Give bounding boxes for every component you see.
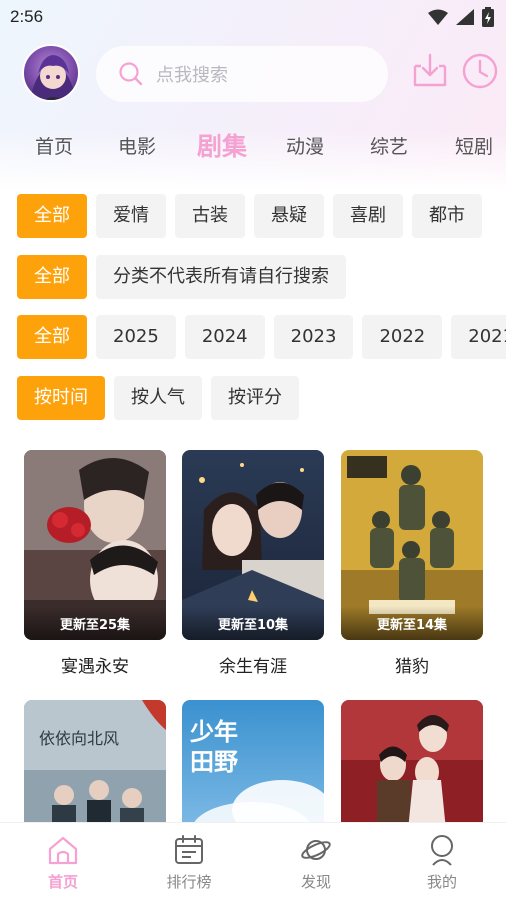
nav-label: 我的 [426,873,457,891]
history-clock-icon[interactable] [461,52,499,90]
update-badge: 更新至25集 [24,606,166,640]
show-poster: 依依向北风 [24,700,166,822]
show-card[interactable]: 依依向北风 [24,700,166,822]
sort-chip[interactable]: 按时间 [17,376,105,420]
download-icon[interactable] [411,52,449,90]
svg-text:少年: 少年 [189,718,238,746]
year-filter-row: 全部 2025 2024 2023 2022 2021 [17,315,506,359]
show-card[interactable]: 少年 田野 [182,700,324,822]
category-tabs: 首页 电影 剧集 动漫 综艺 短剧 [0,124,506,170]
app-header: 点我搜索 [0,44,506,104]
genre-chip[interactable]: 古装 [175,194,245,238]
category-chip[interactable]: 分类不代表所有请自行搜索 [96,255,346,299]
show-card[interactable] [341,700,483,822]
search-placeholder: 点我搜索 [156,65,228,86]
year-chip[interactable]: 2025 [96,315,176,359]
genre-chip[interactable]: 喜剧 [333,194,403,238]
status-time: 2:56 [10,7,44,26]
svg-text:依依向北风: 依依向北风 [39,729,119,748]
nav-ranking[interactable]: 排行榜 [144,833,234,892]
update-badge: 更新至14集 [341,606,483,640]
battery-icon [482,7,494,27]
avatar-illustration [30,55,76,100]
nav-label: 首页 [47,873,78,891]
show-title: 宴遇永安 [61,657,129,677]
filter-panel: 全部 爱情 古装 悬疑 喜剧 都市 全部 分类不代表所有请自行搜索 全部 202… [0,194,506,424]
nav-home[interactable]: 首页 [18,833,108,892]
show-poster: 更新至14集 [341,450,483,640]
nav-label: 发现 [300,873,331,891]
status-icons [428,7,494,27]
tab-home[interactable]: 首页 [35,124,73,170]
year-chip[interactable]: 2023 [273,315,354,359]
sort-chip[interactable]: 按人气 [114,376,202,420]
show-title: 猎豹 [395,657,429,677]
tab-short-drama[interactable]: 短剧 [455,124,493,170]
sort-chip[interactable]: 按评分 [211,376,299,420]
tab-variety[interactable]: 综艺 [370,124,408,170]
wifi-icon [428,9,448,25]
signal-icon [456,9,474,25]
genre-chip[interactable]: 爱情 [96,194,166,238]
home-icon [48,836,78,865]
update-badge: 更新至10集 [182,606,324,640]
category-filter-row: 全部 分类不代表所有请自行搜索 [17,255,346,299]
show-card[interactable]: 更新至14集 猎豹 [341,450,483,677]
planet-icon [301,840,331,860]
avatar[interactable] [22,44,80,102]
tab-movies[interactable]: 电影 [118,124,156,170]
year-chip[interactable]: 2024 [184,315,265,359]
show-title: 余生有涯 [219,657,287,677]
nav-profile[interactable]: 我的 [397,833,487,892]
sort-filter-row: 按时间 按人气 按评分 [17,376,299,420]
year-chip[interactable]: 2021 [451,315,506,359]
nav-discover[interactable]: 发现 [271,833,361,892]
calendar-icon [175,835,203,864]
show-poster: 更新至10集 [182,450,324,640]
tab-series[interactable]: 剧集 [197,124,247,170]
year-chip[interactable]: 全部 [17,315,87,359]
category-chip[interactable]: 全部 [17,255,87,299]
tab-anime[interactable]: 动漫 [286,124,324,170]
search-icon [119,62,143,86]
show-poster [341,700,483,822]
poster-image: 少年 田野 [182,700,324,822]
genre-filter-row: 全部 爱情 古装 悬疑 喜剧 都市 [17,194,482,238]
genre-chip[interactable]: 都市 [412,194,482,238]
poster-image: 依依向北风 [24,700,166,822]
bottom-nav: 首页 排行榜 发现 我的 [0,822,506,901]
status-bar: 2:56 [0,0,506,34]
nav-label: 排行榜 [166,873,212,891]
svg-text:田野: 田野 [190,748,238,776]
show-card[interactable]: 更新至10集 余生有涯 [182,450,324,677]
search-input[interactable]: 点我搜索 [96,46,388,102]
year-chip[interactable]: 2022 [362,315,443,359]
show-card[interactable]: 更新至25集 宴遇永安 [24,450,166,677]
show-poster: 少年 田野 [182,700,324,822]
genre-chip[interactable]: 悬疑 [254,194,324,238]
poster-image [341,700,483,822]
genre-chip[interactable]: 全部 [17,194,87,238]
show-grid: 更新至25集 宴遇永安 更新至10集 余生有涯 更新至14集 猎豹 依依向北风 … [0,450,506,822]
user-icon [431,835,453,866]
show-poster: 更新至25集 [24,450,166,640]
